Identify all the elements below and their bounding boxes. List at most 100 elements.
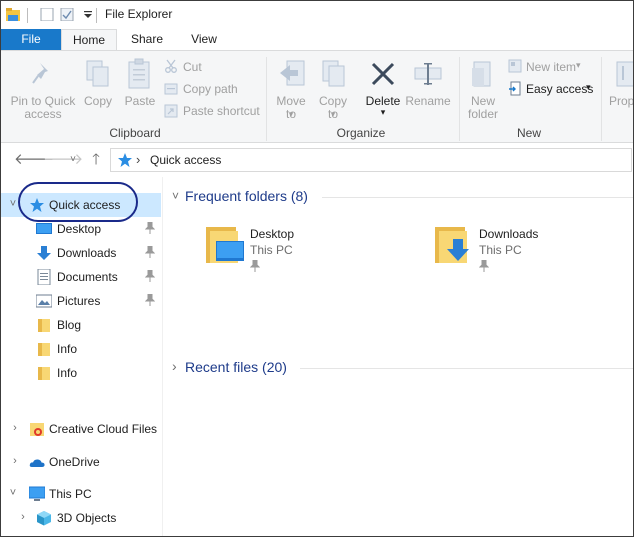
tab-share[interactable]: Share [121, 29, 173, 51]
nav-item-creative-cloud-files[interactable]: › Creative Cloud Files [1, 417, 161, 441]
nav-item-onedrive[interactable]: › OneDrive [1, 450, 161, 474]
pictures-icon [36, 294, 52, 308]
pin-icon [32, 63, 48, 84]
easy-access-label: Easy access [526, 82, 594, 96]
nav-item-info[interactable]: Info [1, 337, 161, 361]
folder-icon [38, 343, 50, 356]
copy-to-icon [322, 60, 345, 87]
new-folder-icon [472, 61, 491, 87]
breadcrumb-quick-access[interactable]: Quick access [150, 153, 221, 167]
ribbon-separator [266, 57, 267, 141]
window-title: File Explorer [105, 7, 173, 21]
expand-chevron-icon[interactable]: › [9, 422, 21, 434]
delete-dropdown-icon: ▾ [380, 107, 386, 117]
desktop-icon [36, 223, 52, 234]
pinned-icon [250, 260, 260, 272]
creative-cloud-folder-icon [30, 423, 44, 436]
tab-home[interactable]: Home [61, 29, 117, 52]
pinned-icon [479, 260, 489, 272]
clipboard-group-label: Clipboard [109, 126, 161, 140]
folder-name: Desktop [250, 227, 295, 241]
up-arrow-icon[interactable]: 🡑 [87, 151, 105, 169]
new-folder-quick-icon[interactable] [60, 8, 74, 21]
desktop-folder-icon [206, 227, 244, 263]
nav-item-label: Downloads [57, 246, 117, 260]
ribbon-separator [459, 57, 460, 141]
title-bar: File Explorer [1, 1, 633, 29]
tab-file[interactable]: File [1, 29, 61, 51]
folder-location: This PC [479, 243, 522, 257]
expand-chevron-icon[interactable]: › [172, 358, 177, 374]
copy-path-icon [164, 83, 178, 95]
back-arrow-icon[interactable]: 🡐 [14, 151, 54, 169]
section-divider [300, 368, 633, 369]
nav-item-label: Desktop [57, 222, 102, 236]
nav-item-pictures[interactable]: Pictures [1, 289, 161, 313]
paste-icon [128, 58, 150, 89]
breadcrumb-chevron-icon[interactable]: › [136, 152, 140, 167]
forward-arrow-icon[interactable]: 🡒 [43, 151, 83, 169]
file-explorer-window: File Explorer File Home Share View Pin t… [0, 0, 634, 537]
nav-item-blog[interactable]: Blog [1, 313, 161, 337]
folder-tile-desktop[interactable]: Desktop This PC [204, 223, 404, 279]
properties-quick-icon[interactable] [40, 8, 54, 21]
download-arrow-icon [37, 246, 51, 260]
downloads-folder-icon [435, 227, 469, 263]
recent-locations-chevron-icon[interactable]: ˅ [64, 151, 82, 169]
pinned-icon [145, 222, 155, 234]
customize-toolbar-dropdown-icon[interactable] [81, 8, 95, 21]
expand-chevron-icon[interactable]: ˅ [7, 487, 19, 499]
new-item-dropdown-icon: ▾ [576, 60, 581, 70]
nav-item-this-pc[interactable]: ˅ This PC [1, 482, 161, 506]
nav-item-documents[interactable]: Documents [1, 265, 161, 289]
nav-item-label: OneDrive [49, 455, 100, 469]
ribbon-tabs: File Home Share View [1, 29, 633, 52]
move-to-dropdown-icon: ▾ [288, 109, 294, 119]
quick-access-star-icon [118, 153, 132, 167]
recent-files-header[interactable]: › Recent files (20) [164, 357, 633, 379]
new-group-label: New [516, 126, 541, 140]
nav-item-label: 3D Objects [57, 511, 117, 525]
folder-tile-downloads[interactable]: Downloads This PC [433, 223, 633, 279]
copy-path-label: Copy path [183, 82, 238, 96]
rename-icon [414, 63, 442, 85]
nav-item-downloads[interactable]: Downloads [1, 241, 161, 265]
computer-icon [29, 486, 45, 501]
nav-item-label: This PC [49, 487, 92, 501]
navigation-pane: ˅ Quick access Desktop Downloads Documen… [1, 177, 163, 536]
nav-item-info-2[interactable]: Info [1, 361, 161, 385]
nav-item-3d-objects[interactable]: › 3D Objects [1, 506, 161, 530]
new-folder-label: New folder [467, 94, 499, 121]
nav-item-label: Info [57, 366, 78, 380]
pin-to-quick-access-label: Pin to Quick access [10, 94, 76, 121]
highlight-annotation-oval [18, 182, 138, 222]
copy-icon [86, 60, 109, 87]
copy-to-dropdown-icon: ▾ [330, 109, 336, 119]
cut-label: Cut [183, 60, 202, 74]
organize-group-label: Organize [336, 126, 386, 140]
documents-icon [37, 269, 51, 285]
properties-icon [616, 61, 633, 87]
address-bar[interactable]: › Quick access [110, 148, 632, 172]
expand-chevron-icon[interactable]: › [17, 511, 29, 523]
nav-item-label: Pictures [57, 294, 101, 308]
copy-label: Copy [83, 94, 112, 108]
collapse-chevron-icon[interactable]: ˅ [172, 189, 179, 203]
delete-x-icon [371, 62, 395, 86]
folder-location: This PC [250, 243, 293, 257]
titlebar-separator-2 [96, 8, 97, 23]
recent-files-title: Recent files (20) [185, 359, 287, 375]
expand-chevron-icon[interactable]: › [9, 455, 21, 467]
easy-access-icon [509, 81, 521, 96]
nav-item-label: Documents [57, 270, 118, 284]
nav-item-label: Info [57, 342, 78, 356]
properties-label: Prop [609, 94, 634, 108]
frequent-folders-title: Frequent folders (8) [185, 188, 308, 204]
rename-label: Rename [405, 94, 451, 108]
pinned-icon [145, 246, 155, 258]
frequent-folders-header[interactable]: ˅ Frequent folders (8) [164, 186, 633, 208]
tab-view[interactable]: View [179, 29, 229, 51]
paste-shortcut-icon [164, 104, 178, 118]
paste-label: Paste [124, 94, 156, 108]
easy-access-dropdown-icon: ▾ [586, 82, 591, 92]
